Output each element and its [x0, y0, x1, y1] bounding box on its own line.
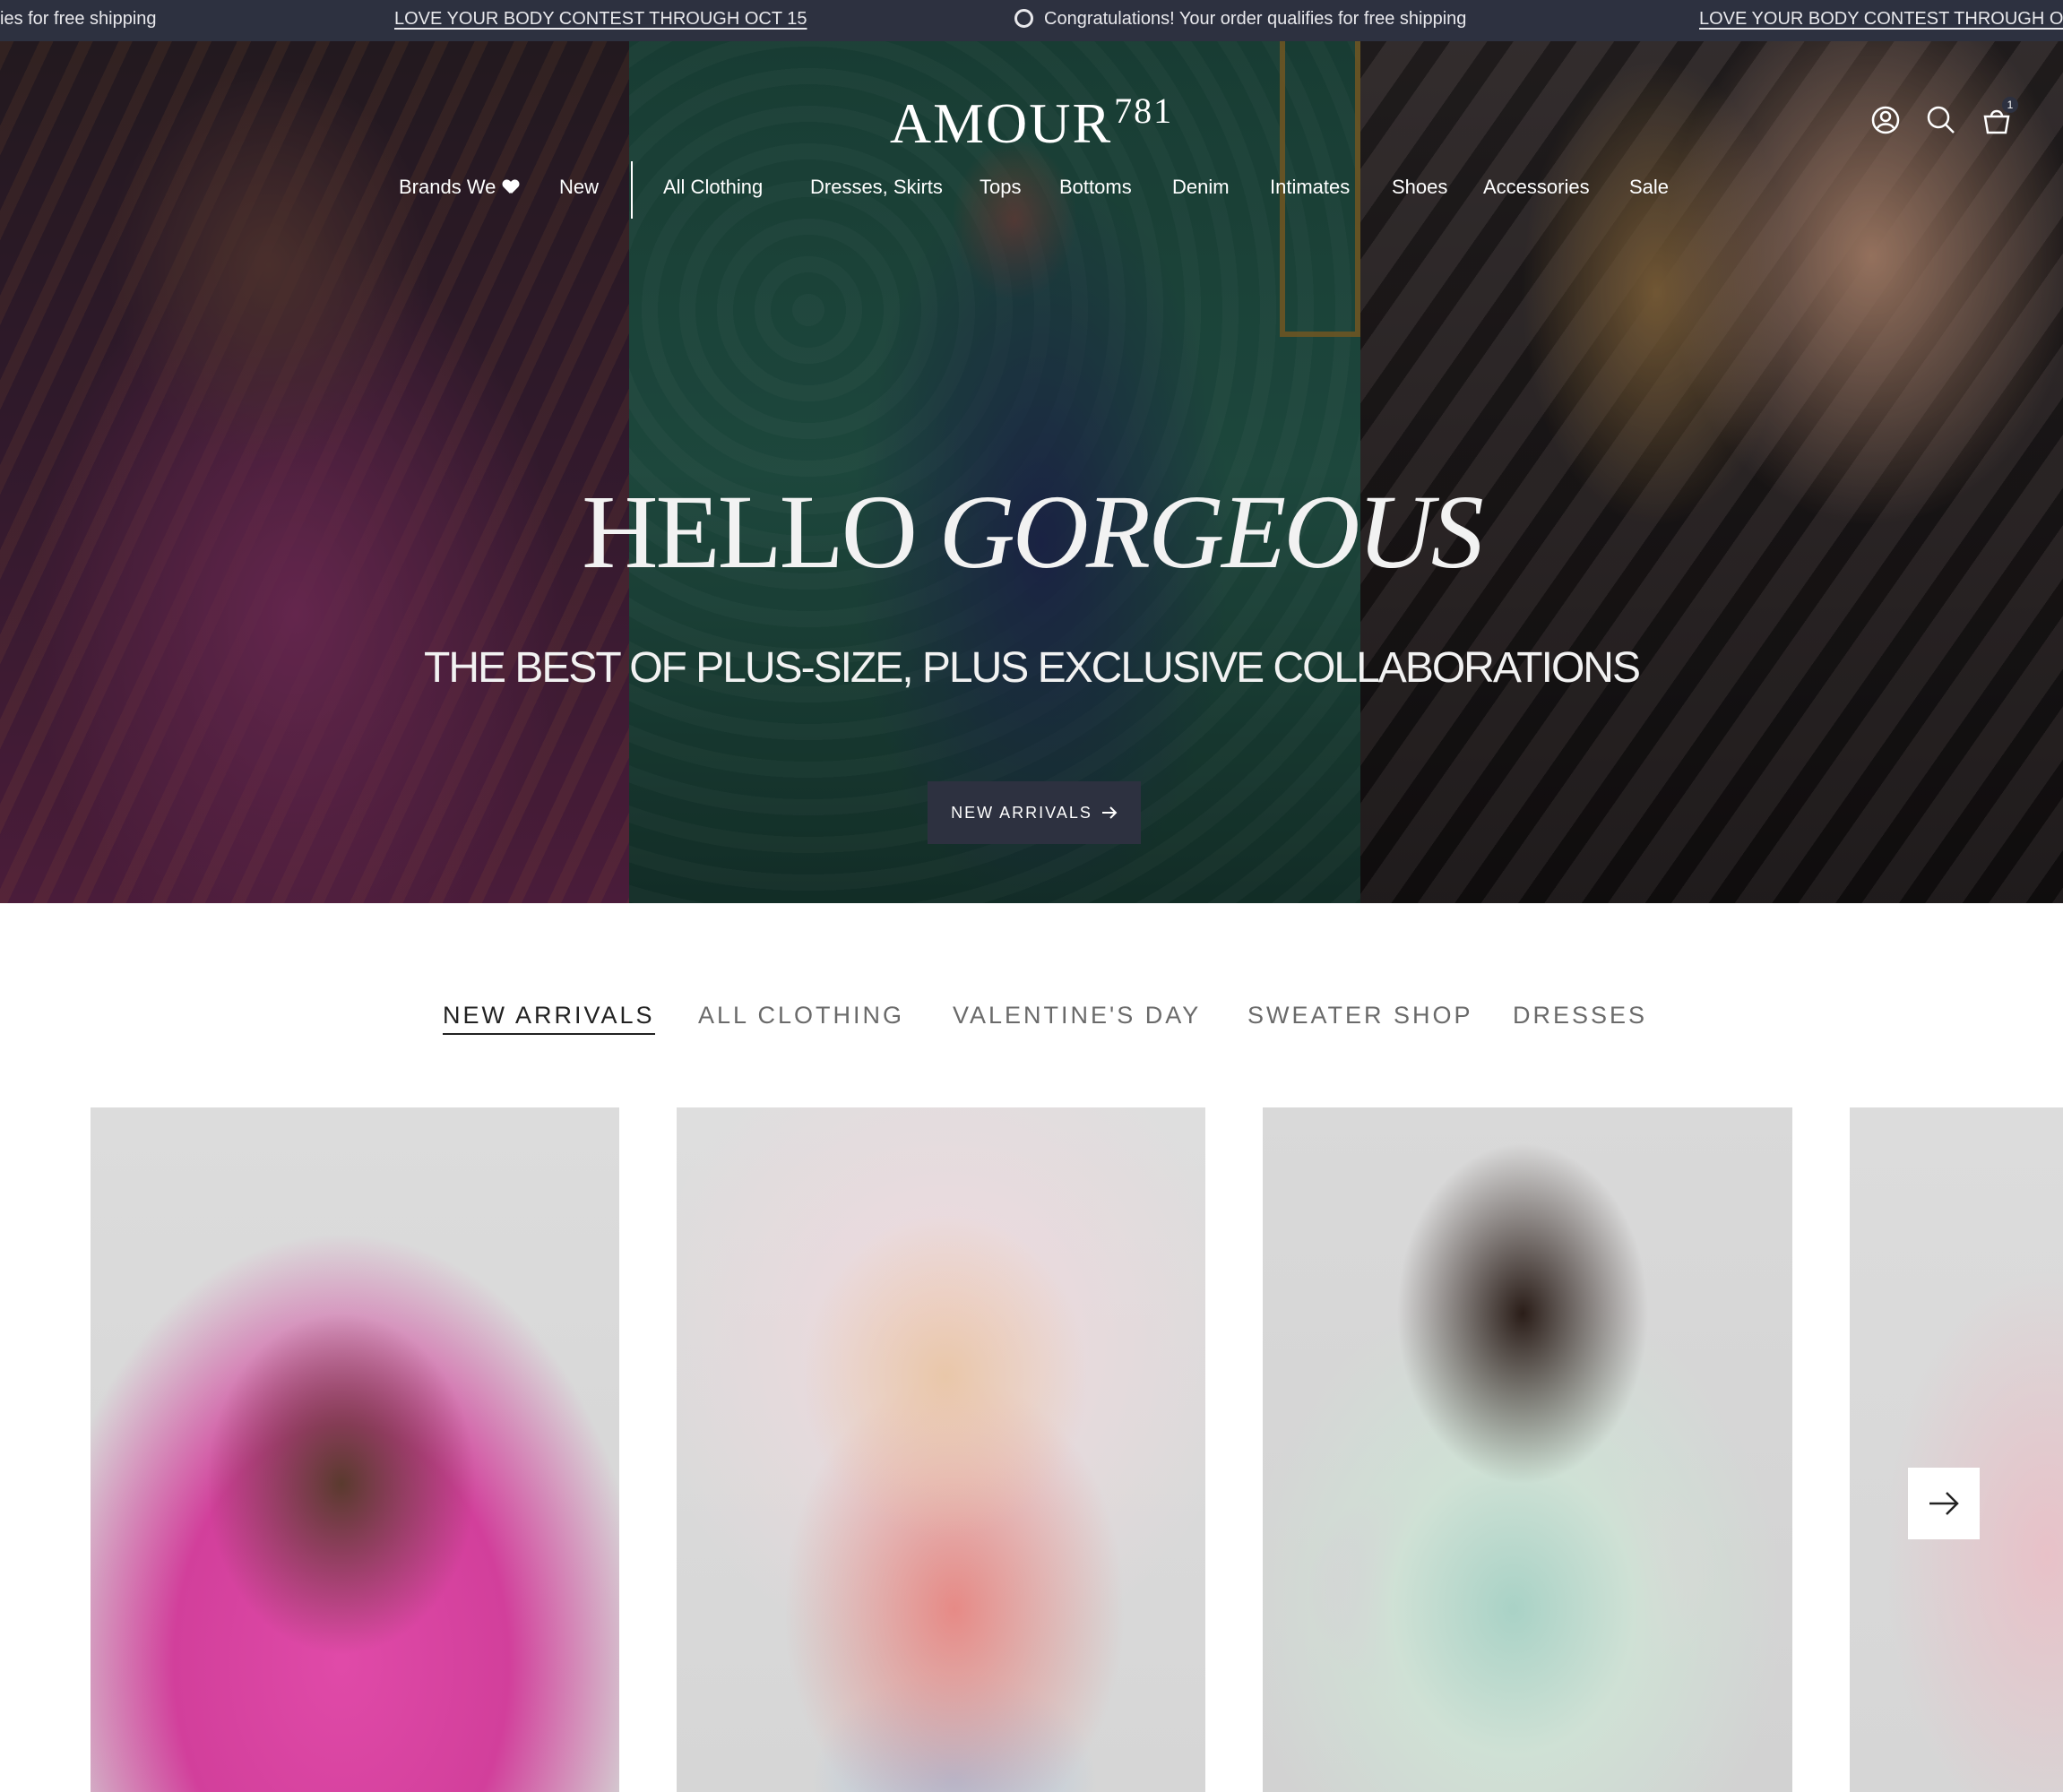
tab-dresses[interactable]: DRESSES — [1513, 1002, 1647, 1030]
announcement-contest-link-repeat[interactable]: LOVE YOUR BODY CONTEST THROUGH OCT 1 — [1699, 9, 2063, 30]
nav-divider — [631, 161, 633, 219]
product-card-floral-top[interactable] — [1263, 1107, 1792, 1792]
announcement-free-shipping-partial: ies for free shipping — [0, 9, 157, 29]
announcement-free-shipping-text: Congratulations! Your order qualifies fo… — [1044, 9, 1467, 29]
tab-valentines-day[interactable]: VALENTINE'S DAY — [953, 1002, 1201, 1030]
announcement-free-shipping: Congratulations! Your order qualifies fo… — [1014, 9, 1466, 30]
carousel-next-button[interactable] — [1908, 1468, 1980, 1539]
product-card-floral-blouse[interactable] — [677, 1107, 1205, 1792]
hero-title: HELLO GORGEOUS — [0, 471, 2063, 593]
announcement-contest-link[interactable]: LOVE YOUR BODY CONTEST THROUGH OCT 15 — [394, 9, 807, 30]
tab-sweater-shop[interactable]: SWEATER SHOP — [1247, 1002, 1473, 1030]
main-nav: Brands We New All Clothing Dresses, Skir… — [0, 161, 2063, 219]
product-card-partial[interactable] — [1850, 1107, 2063, 1792]
logo-text: AMOUR — [889, 91, 1113, 155]
nav-item-intimates[interactable]: Intimates — [1270, 176, 1350, 199]
arrow-right-icon — [1929, 1492, 1959, 1515]
account-icon[interactable] — [1869, 104, 1902, 136]
nav-item-dresses-skirts[interactable]: Dresses, Skirts — [810, 176, 943, 199]
nav-item-all-clothing[interactable]: All Clothing — [663, 176, 763, 199]
tab-new-arrivals[interactable]: NEW ARRIVALS — [443, 1002, 655, 1035]
announcement-bar: ies for free shipping LOVE YOUR BODY CON… — [0, 0, 2063, 42]
arrow-right-icon — [1101, 806, 1118, 819]
heart-icon — [503, 180, 519, 194]
nav-item-shoes[interactable]: Shoes — [1392, 176, 1447, 199]
search-icon[interactable] — [1925, 104, 1957, 136]
nav-item-denim[interactable]: Denim — [1172, 176, 1230, 199]
circle-icon — [1014, 9, 1033, 28]
header-icons: 1 — [1839, 97, 2018, 140]
site-logo[interactable]: AMOUR781 — [0, 90, 2063, 157]
tab-all-clothing[interactable]: ALL CLOTHING — [698, 1002, 904, 1030]
collection-tabs: NEW ARRIVALS ALL CLOTHING VALENTINE'S DA… — [0, 1002, 2063, 1055]
nav-item-sale[interactable]: Sale — [1629, 176, 1669, 199]
product-card-pink-hoodie[interactable] — [91, 1107, 619, 1792]
nav-item-tops[interactable]: Tops — [980, 176, 1021, 199]
logo-number: 781 — [1114, 90, 1174, 131]
nav-item-brands-label: Brands We — [399, 176, 496, 198]
nav-item-accessories[interactable]: Accessories — [1483, 176, 1590, 199]
hero-banner: AMOUR781 1 Brands We New All Clothing Dr… — [0, 41, 2063, 903]
hero-title-hello: HELLO — [582, 473, 939, 590]
nav-item-new[interactable]: New — [559, 176, 599, 199]
new-arrivals-button-label: NEW ARRIVALS — [951, 803, 1092, 822]
hero-subtitle: THE BEST OF PLUS-SIZE, PLUS EXCLUSIVE CO… — [424, 644, 1641, 692]
cart-count-badge: 1 — [2002, 97, 2018, 113]
cart-icon[interactable]: 1 — [1981, 97, 2018, 136]
hero-title-gorgeous: GORGEOUS — [938, 473, 1483, 590]
nav-item-bottoms[interactable]: Bottoms — [1059, 176, 1132, 199]
nav-item-brands-we-love[interactable]: Brands We — [399, 176, 519, 199]
new-arrivals-button[interactable]: NEW ARRIVALS — [928, 781, 1141, 844]
